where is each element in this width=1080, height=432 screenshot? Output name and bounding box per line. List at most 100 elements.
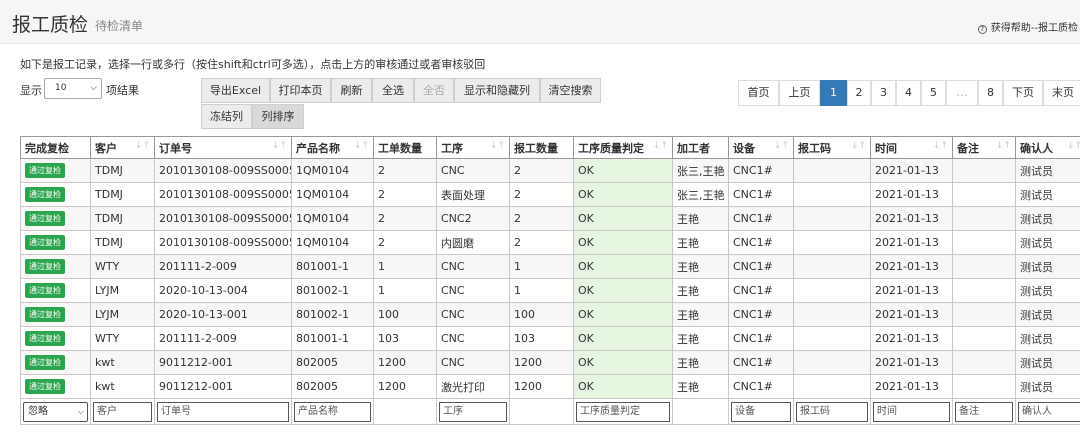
pass-recheck-button[interactable]: 通过复检 [25, 211, 65, 226]
page-last-button[interactable]: 末页 [1043, 80, 1080, 106]
remark-cell [952, 374, 1016, 399]
column-header-label: 订单号 [159, 141, 192, 155]
clear-search-button[interactable]: 清空搜索 [540, 78, 601, 103]
table-row[interactable]: 通过复检TDMJ2010130108-009SS00051QM01042CNC2… [20, 158, 1080, 183]
customer-filter-input[interactable]: 客户 [93, 401, 152, 422]
page-button[interactable]: 3 [871, 80, 896, 106]
table-row[interactable]: 通过复检 WTY 201111-2-009 801001-1 103 CNC 103 OK 王艳… [20, 326, 1080, 351]
operator-cell: 王艳 [672, 374, 729, 399]
page-button[interactable]: 5 [921, 80, 946, 106]
pass-recheck-button[interactable]: 通过复检 [25, 163, 65, 178]
column-header[interactable]: 报工码 ↓↑ [793, 136, 871, 159]
table-row[interactable]: 通过复检 LYJM 2020-10-13-004 801002-1 1 CNC 1 OK 王艳 C… [20, 278, 1080, 303]
operator-cell: 王艳 [672, 206, 729, 231]
remark-cell [952, 230, 1016, 255]
sort-columns-button[interactable]: 列排序 [252, 104, 304, 129]
table-row[interactable]: 通过复检 kwt 9011212-001 802005 1200 CNC 1200 OK 王艳 C… [20, 350, 1080, 375]
order-filter-input[interactable]: 订单号 [157, 401, 289, 422]
confirmer-filter-input[interactable]: 确认人 [1018, 401, 1080, 422]
page-button[interactable]: 8 [978, 80, 1003, 106]
recheck-cell: 通过复检 [20, 254, 91, 279]
page-button[interactable]: 4 [896, 80, 921, 106]
help-link[interactable]: ? 获得帮助--报工质检 [977, 19, 1078, 34]
page-button[interactable]: 2 [847, 80, 871, 106]
filter-cell: 忽略 ⌵ [20, 398, 91, 425]
table-row[interactable]: 通过复检 WTY 201111-2-009 801001-1 1 CNC 1 OK 王艳 CNC1… [20, 254, 1080, 279]
print-page-button[interactable]: 打印本页 [270, 78, 331, 103]
operator-cell: 张三,王艳 [672, 182, 729, 207]
report-qty-cell: 2 [509, 158, 574, 183]
page-next-button[interactable]: 下页 [1003, 80, 1043, 106]
pass-recheck-button[interactable]: 通过复检 [25, 379, 65, 394]
recheck-cell: 通过复检 [20, 374, 91, 399]
status-filter-select[interactable]: 忽略 ⌵ [23, 401, 88, 422]
process-cell: 激光打印 [436, 374, 510, 399]
page-prev-button[interactable]: 上页 [779, 80, 820, 106]
product-filter-input[interactable]: 产品名称 [294, 401, 371, 422]
confirmer-cell: 测试员 [1015, 302, 1080, 327]
equipment-cell: CNC1# [728, 278, 794, 303]
column-header[interactable]: 工单数量 [373, 136, 437, 159]
column-header[interactable]: 客户 ↓↑ [90, 136, 155, 159]
table-row[interactable]: 通过复检 TDMJ 2010130108-009SS0005 1QM0104 2 内圆磨 2… [20, 230, 1080, 255]
filter-cell: 产品名称 [291, 398, 374, 425]
operator-cell: 王艳 [672, 278, 729, 303]
pass-recheck-button[interactable]: 通过复检 [25, 307, 65, 322]
column-header[interactable]: 设备 ↓↑ [728, 136, 794, 159]
product-name-cell: 1QM0104 [291, 182, 374, 207]
column-header[interactable]: 工序 ↓↑ [436, 136, 510, 159]
product-name-cell: 1QM0104 [291, 230, 374, 255]
select-none-button[interactable]: 全否 [414, 78, 454, 103]
instructions-text: 如下是报工记录，选择一行或多行（按住shift和ctrl可多选），点击上方的审核… [20, 58, 486, 71]
filter-cell [672, 398, 729, 425]
column-header[interactable]: 时间 ↓↑ [870, 136, 953, 159]
table-row[interactable]: 通过复检 kwt 9011212-001 802005 1200 激光打印 1200 OK 王艳… [20, 374, 1080, 399]
column-header[interactable]: 确认人 ↓↑ [1015, 136, 1080, 159]
toggle-columns-button[interactable]: 显示和隐藏列 [454, 78, 540, 103]
recheck-cell: 通过复检 [20, 158, 91, 183]
remark-filter-input[interactable]: 备注 [955, 401, 1013, 422]
pass-recheck-button[interactable]: 通过复检 [25, 355, 65, 370]
column-header[interactable]: 工序质量判定 ↓↑ [573, 136, 673, 159]
table-row[interactable]: 通过复检 LYJM 2020-10-13-001 801002-1 100 CNC 100 O… [20, 302, 1080, 327]
page-length-select[interactable]: 10 ⌵ [44, 78, 102, 99]
order-no-cell: 2010130108-009SS0005 [154, 230, 292, 255]
report-code-cell [793, 230, 871, 255]
filter-cell [509, 398, 574, 425]
page-button[interactable]: 1 [820, 80, 847, 106]
table-row[interactable]: 通过复检TDMJ2010130108-009SS00051QM01042CNC2… [20, 206, 1080, 231]
work-order-qty-cell: 2 [373, 158, 437, 183]
export-excel-button[interactable]: 导出Excel [201, 78, 270, 103]
help-icon: ? [977, 25, 987, 34]
column-header[interactable]: 备注 ↓↑ [952, 136, 1016, 159]
equipment-filter-input[interactable]: 设备 [731, 401, 791, 422]
refresh-button[interactable]: 刷新 [331, 78, 372, 103]
process-filter-input[interactable]: 工序 [439, 401, 507, 422]
remark-cell [952, 158, 1016, 183]
column-header-label: 加工者 [677, 141, 710, 155]
pass-recheck-button[interactable]: 通过复检 [25, 331, 65, 346]
freeze-columns-button[interactable]: 冻结列 [201, 104, 252, 129]
quality-filter-input[interactable]: 工序质量判定 [576, 401, 670, 422]
select-all-button[interactable]: 全选 [372, 78, 414, 103]
column-header[interactable]: 报工数量 [509, 136, 574, 159]
product-name-cell: 801002-1 [291, 278, 374, 303]
pass-recheck-button[interactable]: 通过复检 [25, 283, 65, 298]
column-header[interactable]: 订单号 ↓↑ [154, 136, 292, 159]
filter-cell [373, 398, 437, 425]
column-header[interactable]: 产品名称 ↓↑ [291, 136, 374, 159]
page-first-button[interactable]: 首页 [738, 80, 779, 106]
process-cell: CNC [436, 302, 510, 327]
order-no-cell: 201111-2-009 [154, 326, 292, 351]
column-header[interactable]: 完成复检 [20, 136, 91, 159]
equipment-cell: CNC1# [728, 254, 794, 279]
time-filter-input[interactable]: 时间 [873, 401, 950, 422]
pass-recheck-button[interactable]: 通过复检 [25, 187, 65, 202]
pass-recheck-button[interactable]: 通过复检 [25, 235, 65, 250]
report-code-filter-input[interactable]: 报工码 [796, 401, 868, 422]
work-order-qty-cell: 1 [373, 278, 437, 303]
time-cell: 2021-01-13 [870, 302, 953, 327]
pass-recheck-button[interactable]: 通过复检 [25, 259, 65, 274]
table-row[interactable]: 通过复检 TDMJ 2010130108-009SS0005 1QM0104 2 表面处理… [20, 182, 1080, 207]
column-header[interactable]: 加工者 [672, 136, 729, 159]
